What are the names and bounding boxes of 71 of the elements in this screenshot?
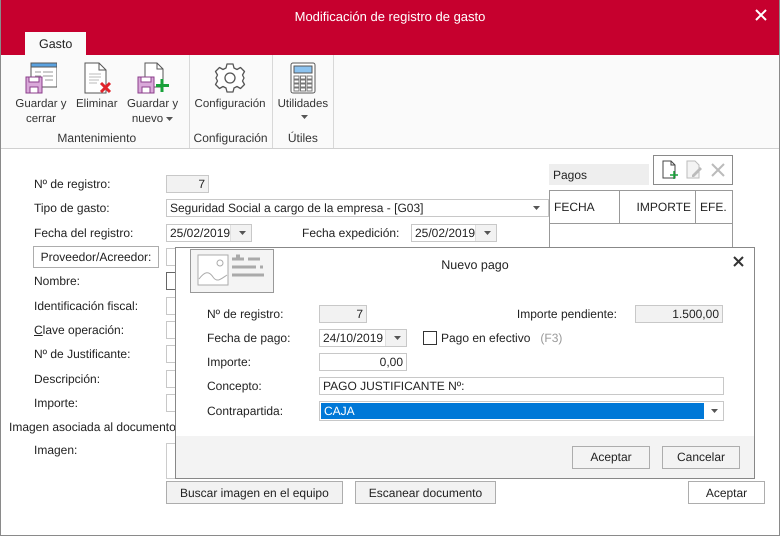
calculator-icon	[288, 62, 317, 94]
dialog-button[interactable]: Aceptar	[572, 446, 650, 468]
text-field[interactable]: PAGO JUSTIFICANTE Nº:	[319, 377, 724, 395]
shortcut-hint: (F3)	[540, 331, 562, 345]
text-field[interactable]	[166, 320, 176, 339]
text-field[interactable]	[166, 394, 176, 412]
field-label: Fecha de pago:	[207, 331, 292, 345]
supplier-button[interactable]: Proveedor/Acreedor:	[33, 246, 159, 268]
action-button[interactable]: Buscar imagen en el equipo	[166, 481, 343, 504]
field-label: Fecha del registro:	[34, 226, 134, 240]
column-header[interactable]: EFE.	[696, 191, 732, 223]
dropdown-field[interactable]: CAJA	[319, 401, 724, 421]
caret-icon	[533, 206, 540, 210]
accept-button[interactable]: Aceptar	[688, 481, 765, 504]
field-label: Contrapartida:	[207, 404, 284, 418]
field-label: Importe:	[207, 355, 252, 369]
field-label: Imagen:	[34, 443, 78, 458]
caret-icon	[394, 336, 401, 340]
gear-icon	[214, 62, 246, 94]
dialog-button[interactable]: Cancelar	[662, 446, 740, 468]
new-document-icon[interactable]	[660, 160, 678, 180]
text-field[interactable]	[166, 272, 176, 290]
field-label: Tipo de gasto:	[34, 201, 111, 216]
field-label: Nº de registro:	[207, 307, 284, 321]
field-label: Importe:	[34, 396, 80, 410]
checkbox[interactable]	[423, 331, 437, 345]
checkbox-label[interactable]: Pago en efectivo	[441, 331, 530, 345]
ribbon-tab[interactable]: Gasto	[25, 32, 86, 55]
field-label: Nombre:	[34, 274, 82, 288]
column-header[interactable]: IMPORTE	[620, 191, 696, 223]
field-label: Fecha expedición:	[302, 226, 400, 240]
text-field[interactable]	[166, 248, 176, 266]
field-label: Identificación fiscal:	[34, 298, 140, 313]
group-label: Útiles	[286, 131, 319, 147]
amount-field[interactable]: 0,00	[319, 353, 407, 371]
text-field[interactable]	[166, 296, 176, 315]
panel-title: Pagos	[549, 164, 649, 185]
field-label: Nº de Justificante:	[34, 347, 132, 362]
caret-icon	[711, 409, 718, 413]
ribbon-button[interactable]: Guardar y cerrar	[9, 62, 73, 131]
action-button[interactable]: Escanear documento	[354, 481, 496, 504]
caret-icon	[484, 230, 492, 235]
field-label: Concepto:	[207, 379, 263, 393]
text-field[interactable]	[166, 345, 176, 364]
amount-field: 1.500,00	[635, 305, 723, 323]
group-label: Configuración	[194, 131, 268, 147]
date-field[interactable]: 24/10/2019	[319, 329, 407, 347]
section-heading: Imagen asociada al documento	[9, 420, 176, 434]
close-icon[interactable]	[733, 256, 744, 267]
field-label: Clave operación:	[34, 322, 126, 337]
number-field: 7	[166, 175, 209, 194]
text-field[interactable]	[166, 370, 176, 388]
field-label: Nº de registro:	[34, 177, 112, 192]
save-new-icon	[136, 62, 169, 94]
dropdown-field[interactable]: Seguridad Social a cargo de la empresa - [G03]	[166, 199, 549, 218]
ribbon-button[interactable]: Guardar y nuevo	[120, 62, 185, 131]
window-title: Modificación de registro de gasto	[294, 8, 486, 24]
dialog-title: Nuevo pago	[441, 258, 509, 274]
number-field: 7	[319, 305, 367, 323]
caret-icon	[239, 230, 246, 235]
ribbon-button[interactable]: Eliminar	[75, 62, 119, 131]
ribbon-button[interactable]: Configuración	[194, 62, 267, 131]
column-header[interactable]: FECHA	[550, 191, 620, 223]
group-label: Mantenimiento	[56, 131, 138, 147]
save-window-icon	[25, 62, 57, 94]
field-label: Descripción:	[34, 372, 102, 386]
dropdown-value: CAJA	[321, 403, 704, 419]
date-field[interactable]: 25/02/2019	[411, 224, 497, 242]
field-label: Importe pendiente:	[516, 307, 617, 321]
ribbon-button[interactable]: Utilidades	[276, 62, 330, 131]
date-field[interactable]: 25/02/2019	[166, 224, 252, 242]
